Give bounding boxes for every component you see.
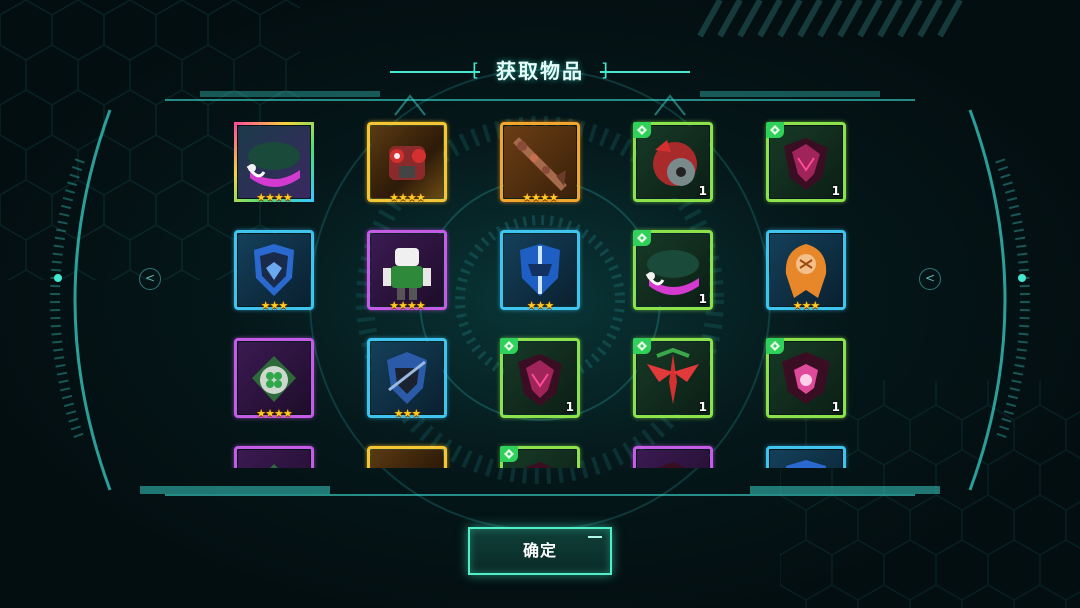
reward-item-green-mech[interactable]: ★★★★ — [367, 230, 447, 312]
staff-icon — [513, 137, 567, 191]
reward-item-dark-claw-part[interactable]: 1 — [500, 338, 580, 418]
reward-item-red-wing-emblem[interactable]: 1 — [633, 338, 713, 418]
clover-icon — [270, 464, 278, 468]
new-badge-icon — [500, 338, 518, 354]
shield2-icon — [520, 244, 560, 296]
item-star-rating: ★★★ — [792, 299, 821, 312]
reward-item-orange-hood[interactable]: ★★★ — [766, 230, 846, 312]
reward-screen: [ 获取物品 ] < < ★★★★ ★★★★ ★★★★ 1 1 ★★★ ★★★★ ★★★ 1 ★★… — [0, 0, 1080, 608]
reward-item-chain-staff[interactable]: ★★★★ — [500, 122, 580, 204]
visor-icon — [246, 142, 300, 187]
dialog-title: 获取物品 — [496, 59, 584, 83]
reward-item-blue-shield-emblem[interactable]: ★★★ — [234, 230, 314, 312]
item-art — [238, 450, 310, 468]
reward-item-blue-shield-sword[interactable]: ★★★ — [500, 230, 580, 312]
item-art — [238, 234, 310, 306]
reward-item-grid[interactable]: ★★★★ ★★★★ ★★★★ 1 1 ★★★ ★★★★ ★★★ 1 ★★★ ★★★★ ★★★ 1 1 1 — [230, 116, 855, 468]
next-arrow-icon[interactable]: < — [919, 268, 941, 290]
item-star-rating: ★★★★ — [389, 299, 425, 312]
mech-icon — [389, 146, 426, 180]
dark-icon — [656, 462, 687, 468]
greenmech-icon — [383, 248, 431, 300]
new-badge-icon — [633, 338, 651, 354]
reward-item-partial-purple-item-2[interactable] — [633, 446, 713, 468]
dialog-title-box: [ 获取物品 ] — [472, 56, 608, 86]
reward-item-dark-knight-shield[interactable]: ★★★ — [367, 338, 447, 420]
new-badge-icon — [633, 122, 651, 138]
reward-item-rainbow-visor[interactable]: ★★★★ — [234, 122, 314, 204]
item-art — [637, 450, 709, 468]
reward-item-dark-crest-part[interactable]: 1 — [766, 338, 846, 418]
shield-icon — [254, 244, 294, 296]
hood-icon — [785, 244, 827, 298]
new-badge-icon — [633, 230, 651, 246]
reward-item-red-helmet-part[interactable]: 1 — [633, 122, 713, 202]
item-count: 1 — [831, 184, 840, 198]
reward-item-partial-blue-item[interactable] — [766, 446, 846, 468]
item-star-rating: ★★★★ — [522, 191, 558, 204]
item-star-rating: ★★★ — [260, 299, 289, 312]
reward-item-visor-fragment[interactable]: 1 — [633, 230, 713, 310]
new-badge-icon — [500, 446, 518, 462]
item-star-rating: ★★★★ — [256, 407, 292, 420]
item-count: 1 — [565, 400, 574, 414]
item-art — [371, 450, 443, 468]
item-count: 1 — [698, 292, 707, 306]
reward-item-partial-gold-item[interactable] — [367, 446, 447, 468]
item-art — [371, 126, 443, 198]
shield3-icon — [387, 352, 427, 404]
shield-icon — [786, 460, 826, 468]
item-art — [504, 126, 576, 198]
confirm-button[interactable]: 确定 — [468, 527, 612, 575]
title-bracket-left: [ — [472, 60, 480, 81]
prev-arrow-icon[interactable]: < — [139, 268, 161, 290]
item-count: 1 — [698, 400, 707, 414]
item-art — [504, 234, 576, 306]
item-art — [238, 126, 310, 198]
mech-icon — [371, 450, 443, 468]
reward-item-clover-emblem[interactable]: ★★★★ — [234, 338, 314, 420]
item-star-rating: ★★★★ — [389, 191, 425, 204]
title-bracket-right: ] — [600, 60, 608, 81]
clover-icon — [252, 356, 296, 402]
item-count: 1 — [831, 400, 840, 414]
reward-item-red-mech-torso[interactable]: ★★★★ — [367, 122, 447, 204]
item-count: 1 — [698, 184, 707, 198]
item-star-rating: ★★★ — [393, 407, 422, 420]
item-star-rating: ★★★★ — [256, 191, 292, 204]
item-star-rating: ★★★ — [526, 299, 555, 312]
new-badge-icon — [766, 122, 784, 138]
reward-item-dark-armor-part[interactable]: 1 — [766, 122, 846, 202]
item-art — [770, 450, 842, 468]
reward-item-partial-purple-item[interactable] — [234, 446, 314, 468]
button-corner-mark — [588, 536, 602, 538]
reward-item-partial-green-item[interactable] — [500, 446, 580, 468]
item-art — [371, 342, 443, 414]
item-art — [770, 234, 842, 306]
item-art — [238, 342, 310, 414]
new-badge-icon — [766, 338, 784, 354]
item-art — [371, 234, 443, 306]
confirm-button-label: 确定 — [522, 541, 557, 560]
